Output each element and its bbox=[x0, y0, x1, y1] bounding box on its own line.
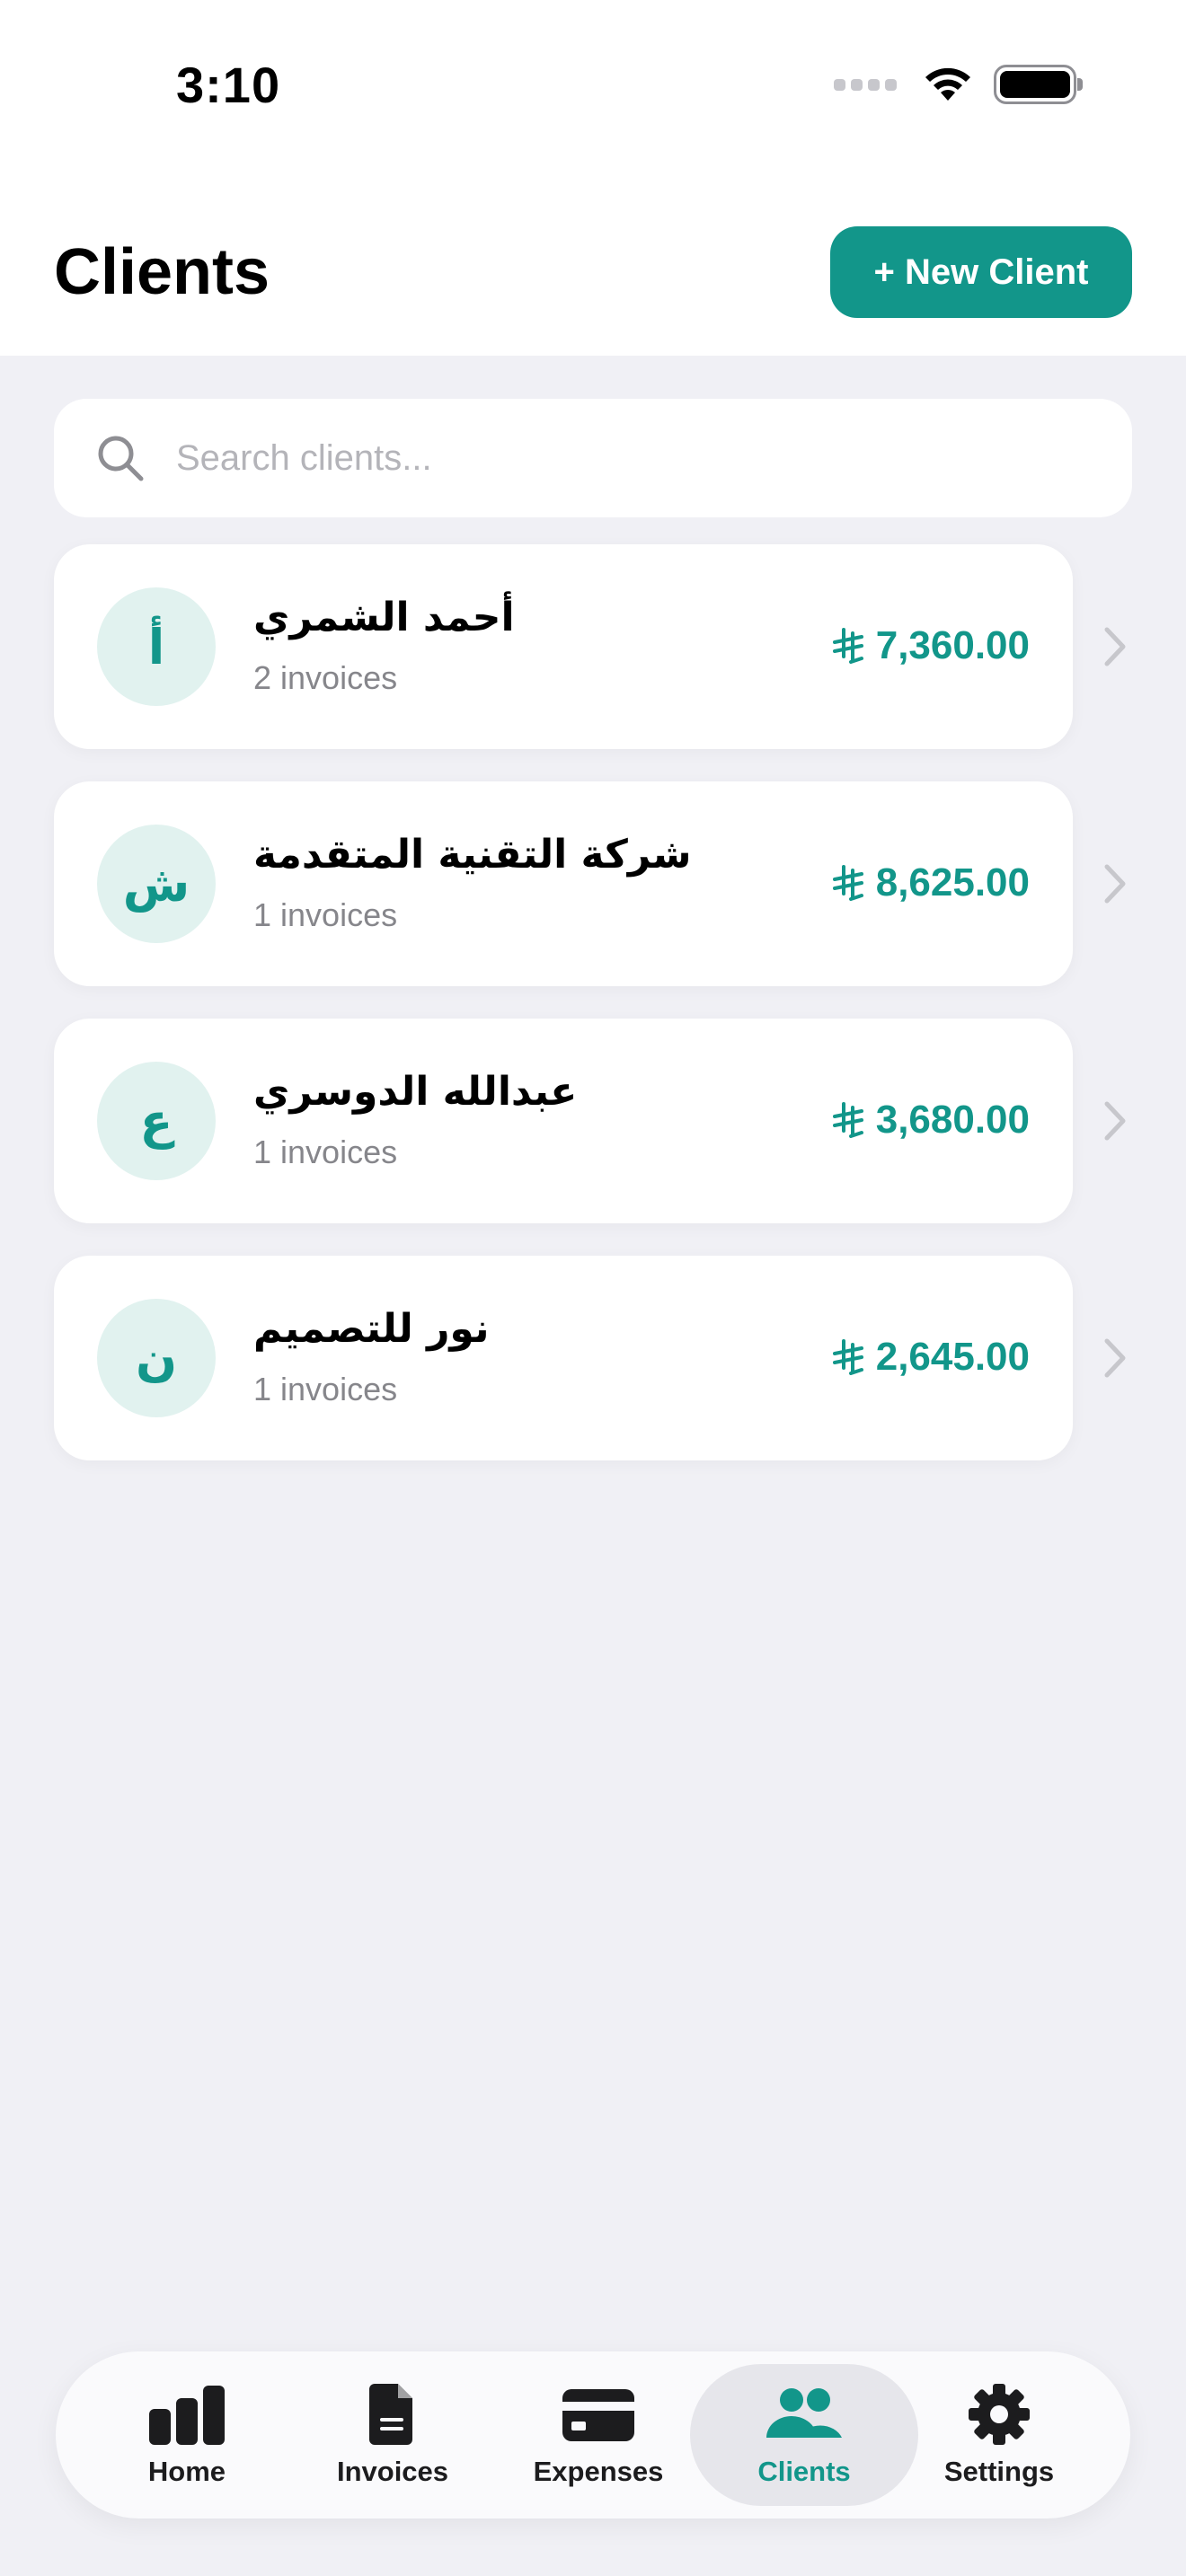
tab-expenses[interactable]: Expenses bbox=[484, 2364, 712, 2506]
wifi-icon bbox=[925, 67, 970, 101]
tab-label: Home bbox=[147, 2456, 226, 2487]
chevron-right-icon[interactable] bbox=[1102, 1337, 1128, 1379]
client-name: شركة التقنية المتقدمة bbox=[253, 832, 692, 878]
amount-value: 3,680.00 bbox=[875, 1098, 1030, 1142]
tab-home[interactable]: Home bbox=[73, 2364, 301, 2506]
tab-clients[interactable]: Clients bbox=[690, 2364, 918, 2506]
chevron-right-icon[interactable] bbox=[1102, 1100, 1128, 1142]
invoice-count: 2 invoices bbox=[253, 659, 398, 696]
tab-invoices[interactable]: Invoices bbox=[279, 2364, 507, 2506]
search-bar[interactable] bbox=[54, 399, 1132, 517]
header-area: 3:10 Clients + New Client bbox=[0, 0, 1186, 356]
client-name: عبدالله الدوسري bbox=[253, 1069, 578, 1115]
client-row[interactable]: ن نور للتصميم 1 invoices 2,645.00 bbox=[54, 1256, 1073, 1460]
riyal-currency-icon bbox=[832, 865, 863, 901]
riyal-currency-icon bbox=[832, 1102, 863, 1138]
client-total: 2,645.00 bbox=[831, 1335, 1030, 1380]
client-name: نور للتصميم bbox=[253, 1306, 490, 1352]
riyal-currency-icon bbox=[832, 1339, 863, 1375]
tab-label: Settings bbox=[943, 2456, 1055, 2487]
tab-label: Expenses bbox=[533, 2456, 664, 2487]
avatar: ن bbox=[97, 1299, 216, 1417]
avatar: ش bbox=[97, 825, 216, 943]
new-client-button[interactable]: + New Client bbox=[830, 226, 1132, 318]
riyal-currency-icon bbox=[832, 628, 863, 664]
amount-value: 2,645.00 bbox=[875, 1335, 1030, 1379]
amount-value: 8,625.00 bbox=[875, 860, 1030, 904]
avatar: أ bbox=[97, 587, 216, 706]
page-title: Clients bbox=[54, 236, 270, 308]
chevron-right-icon[interactable] bbox=[1102, 626, 1128, 667]
invoice-count: 1 invoices bbox=[253, 1371, 398, 1407]
tab-bar: Home Invoices Expenses Clients Settings bbox=[56, 2351, 1130, 2519]
client-total: 7,360.00 bbox=[831, 623, 1030, 668]
people-icon bbox=[766, 2388, 842, 2438]
gear-icon bbox=[969, 2384, 1030, 2445]
invoice-count: 1 invoices bbox=[253, 896, 398, 933]
status-time: 3:10 bbox=[176, 57, 281, 113]
client-name: أحمد الشمري bbox=[253, 595, 515, 640]
battery-icon bbox=[994, 65, 1083, 104]
invoice-count: 1 invoices bbox=[253, 1134, 398, 1170]
client-row[interactable]: ش شركة التقنية المتقدمة 1 invoices 8,625… bbox=[54, 781, 1073, 986]
cellular-signal-icon bbox=[834, 78, 897, 91]
search-input[interactable] bbox=[176, 437, 1075, 479]
client-total: 8,625.00 bbox=[831, 860, 1030, 905]
chart-bar-icon bbox=[149, 2386, 225, 2445]
client-total: 3,680.00 bbox=[831, 1098, 1030, 1142]
document-icon bbox=[369, 2384, 412, 2445]
client-row[interactable]: ع عبدالله الدوسري 1 invoices 3,680.00 bbox=[54, 1019, 1073, 1223]
chevron-right-icon[interactable] bbox=[1102, 863, 1128, 904]
tab-label: Clients bbox=[757, 2456, 851, 2487]
clients-screen: 3:10 Clients + New Client أ أحمد الشمري … bbox=[0, 0, 1186, 2576]
status-icons bbox=[834, 65, 1083, 104]
tab-label: Invoices bbox=[336, 2456, 449, 2487]
avatar: ع bbox=[97, 1062, 216, 1180]
search-icon bbox=[98, 436, 144, 481]
client-row[interactable]: أ أحمد الشمري 2 invoices 7,360.00 bbox=[54, 544, 1073, 749]
credit-card-icon bbox=[562, 2389, 634, 2441]
tab-settings[interactable]: Settings bbox=[885, 2364, 1113, 2506]
amount-value: 7,360.00 bbox=[875, 623, 1030, 667]
